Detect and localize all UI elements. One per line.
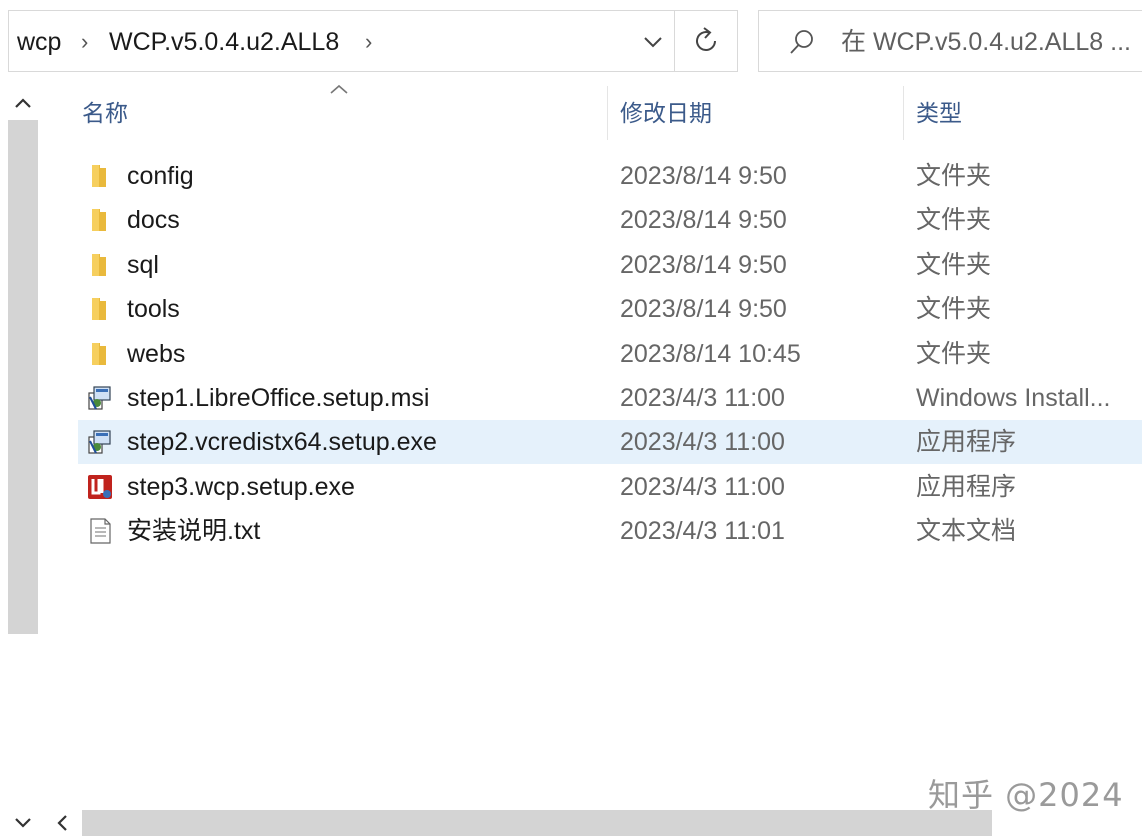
file-type: 文本文档	[916, 517, 1017, 546]
folder-icon	[86, 340, 114, 368]
scroll-left-icon[interactable]	[50, 812, 76, 834]
installer-icon	[86, 384, 114, 412]
search-placeholder[interactable]: 在 WCP.v5.0.4.u2.ALL8 ...	[841, 11, 1131, 73]
column-header-type[interactable]: 类型	[916, 86, 962, 140]
folder-icon	[86, 206, 114, 234]
file-modified-date: 2023/4/3 11:00	[620, 472, 785, 501]
horizontal-scroll-thumb[interactable]	[82, 810, 992, 836]
installer-icon	[86, 428, 114, 456]
file-row[interactable]: docs 2023/8/14 9:50 文件夹	[78, 198, 1142, 242]
folder-icon	[86, 162, 114, 190]
vertical-scroll-thumb[interactable]	[8, 120, 38, 634]
file-name: tools	[127, 295, 180, 324]
file-modified-date: 2023/8/14 10:45	[620, 339, 801, 368]
file-type: 应用程序	[916, 428, 1017, 457]
file-row[interactable]: tools 2023/8/14 9:50 文件夹	[78, 287, 1142, 331]
scroll-down-icon[interactable]	[10, 812, 36, 834]
breadcrumb-chevron-icon[interactable]: ›	[365, 11, 372, 73]
file-modified-date: 2023/8/14 9:50	[620, 295, 787, 324]
file-modified-date: 2023/4/3 11:00	[620, 384, 785, 412]
scroll-up-icon[interactable]	[10, 92, 36, 114]
file-name: sql	[127, 250, 159, 279]
sort-ascending-icon	[330, 84, 348, 94]
file-row[interactable]: config 2023/8/14 9:50 文件夹	[78, 154, 1142, 198]
search-icon	[790, 30, 813, 54]
text-file-icon	[86, 517, 114, 545]
breadcrumb-item-current[interactable]: WCP.v5.0.4.u2.ALL8	[109, 11, 339, 73]
file-type: 应用程序	[916, 472, 1017, 501]
breadcrumb-separator-icon[interactable]: ›	[81, 11, 88, 73]
file-name: step1.LibreOffice.setup.msi	[127, 384, 430, 412]
refresh-button[interactable]	[674, 11, 738, 71]
file-row[interactable]: webs 2023/8/14 10:45 文件夹	[78, 332, 1142, 376]
file-name: config	[127, 162, 194, 190]
file-name: step3.wcp.setup.exe	[127, 472, 355, 501]
column-header-date[interactable]: 修改日期	[620, 86, 712, 140]
breadcrumb-item-wcp[interactable]: wcp	[17, 11, 61, 73]
file-type: Windows Install...	[916, 384, 1111, 412]
refresh-icon	[696, 27, 716, 51]
file-name: 安装说明.txt	[127, 517, 261, 546]
file-type: 文件夹	[916, 206, 992, 235]
file-row[interactable]: step3.wcp.setup.exe 2023/4/3 11:00 应用程序	[78, 465, 1142, 509]
file-type: 文件夹	[916, 295, 992, 324]
file-type: 文件夹	[916, 162, 992, 190]
file-row[interactable]: sql 2023/8/14 9:50 文件夹	[78, 243, 1142, 287]
search-box[interactable]: 在 WCP.v5.0.4.u2.ALL8 ...	[758, 10, 1142, 72]
file-row[interactable]: step1.LibreOffice.setup.msi 2023/4/3 11:0…	[78, 376, 1142, 420]
file-modified-date: 2023/8/14 9:50	[620, 250, 787, 279]
file-modified-date: 2023/8/14 9:50	[620, 206, 787, 235]
file-name: docs	[127, 206, 180, 235]
address-bar[interactable]: wcp › WCP.v5.0.4.u2.ALL8 ›	[8, 10, 738, 72]
folder-icon	[86, 251, 114, 279]
file-modified-date: 2023/8/14 9:50	[620, 162, 787, 190]
folder-icon	[86, 295, 114, 323]
file-type: 文件夹	[916, 250, 992, 279]
wcp-app-icon	[86, 473, 114, 501]
column-header-name[interactable]: 名称	[82, 86, 128, 140]
file-name: step2.vcredistx64.setup.exe	[127, 428, 437, 457]
file-row[interactable]: 安装说明.txt 2023/4/3 11:01 文本文档	[78, 509, 1142, 553]
column-divider[interactable]	[903, 86, 904, 140]
file-modified-date: 2023/4/3 11:00	[620, 428, 785, 457]
file-name: webs	[127, 339, 186, 368]
column-divider[interactable]	[607, 86, 608, 140]
file-type: 文件夹	[916, 339, 992, 368]
watermark: 知乎 @2024	[928, 776, 1124, 814]
file-modified-date: 2023/4/3 11:01	[620, 517, 785, 546]
file-row[interactable]: step2.vcredistx64.setup.exe 2023/4/3 11:0…	[78, 420, 1142, 465]
